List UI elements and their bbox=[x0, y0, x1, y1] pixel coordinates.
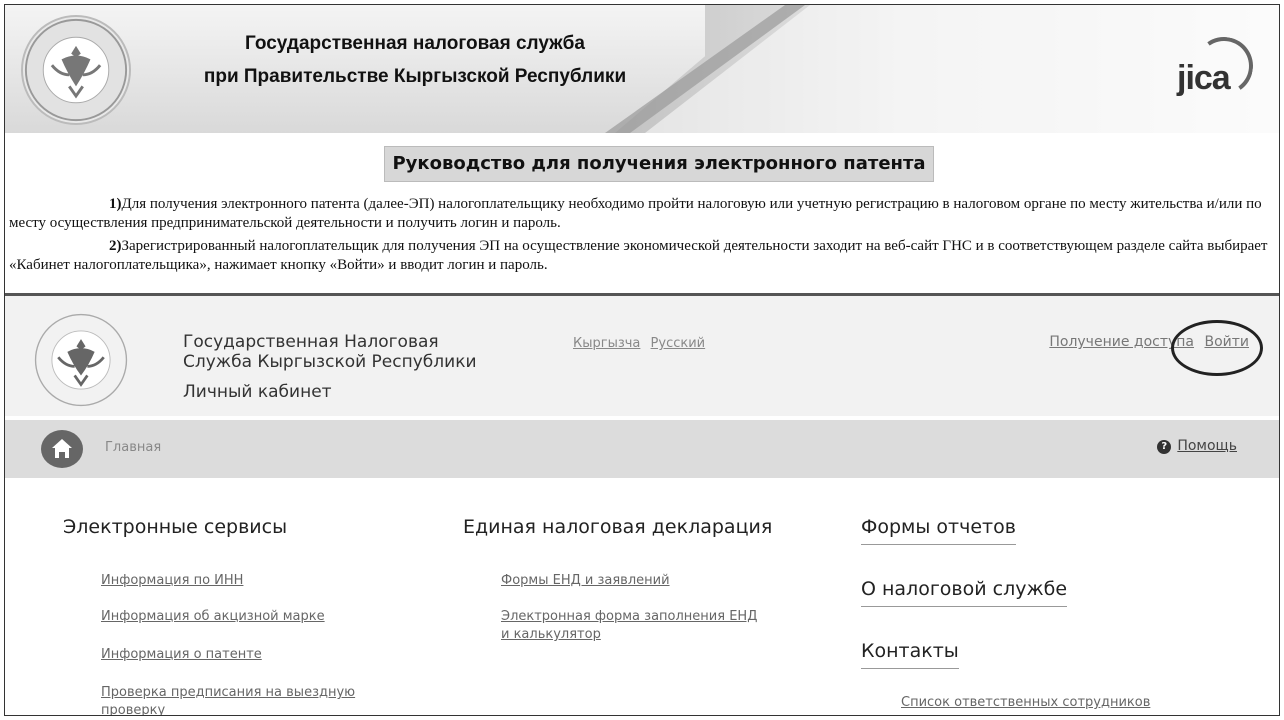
taxpayer-cabinet-screenshot: Государственная Налоговая Служба Кыргызс… bbox=[5, 296, 1279, 715]
personal-cabinet-label: Личный кабинет bbox=[183, 382, 332, 402]
home-icon[interactable] bbox=[41, 430, 83, 468]
header-banner: Государственная налоговая служба при Пра… bbox=[5, 5, 1279, 133]
patent-info-link[interactable]: Информация о патенте bbox=[101, 644, 262, 666]
ufd-calculator-link[interactable]: и калькулятор bbox=[501, 624, 601, 646]
lang-kyrgyz-link[interactable]: Кыргызча bbox=[573, 336, 640, 351]
guide-paragraph-1: 1)Для получения электронного патента (да… bbox=[9, 195, 1275, 233]
document-frame: Государственная налоговая служба при Пра… bbox=[4, 4, 1280, 716]
about-tax-service-heading[interactable]: О налоговой службе bbox=[861, 578, 1068, 607]
paragraph-2-text: Зарегистрированный налогоплательщик для … bbox=[9, 238, 1268, 273]
jica-logo-text: jica bbox=[1177, 59, 1231, 97]
site-header: Государственная Налоговая Служба Кыргызс… bbox=[5, 296, 1279, 416]
guide-paragraph-2: 2)Зарегистрированный налогоплательщик дл… bbox=[9, 237, 1275, 275]
site-org-name-line2: Служба Кыргызской Республики bbox=[183, 352, 477, 372]
paragraph-2-number: 2) bbox=[109, 238, 122, 254]
language-switcher: Кыргызча Русский bbox=[573, 336, 711, 351]
breadcrumb-home[interactable]: Главная bbox=[105, 440, 161, 455]
paragraph-1-text: Для получения электронного патента (дале… bbox=[9, 196, 1262, 231]
breadcrumb-bar: Главная ? Помощь bbox=[5, 420, 1279, 478]
help-link[interactable]: ? Помощь bbox=[1157, 438, 1237, 454]
banner-title-line2: при Правительстве Кыргызской Республики bbox=[203, 66, 627, 87]
report-forms-heading[interactable]: Формы отчетов bbox=[861, 516, 1016, 545]
question-icon: ? bbox=[1157, 440, 1172, 454]
paragraph-1-number: 1) bbox=[109, 196, 122, 212]
banner-title: Государственная налоговая служба при Пра… bbox=[165, 27, 665, 93]
unified-declaration-heading: Единая налоговая декларация bbox=[463, 516, 773, 538]
guide-title: Руководство для получения электронного п… bbox=[384, 146, 934, 182]
lang-russian-link[interactable]: Русский bbox=[651, 336, 706, 351]
responsible-staff-link[interactable]: Список ответственных сотрудников bbox=[901, 692, 1150, 714]
login-highlight-circle bbox=[1171, 320, 1263, 376]
contacts-heading[interactable]: Контакты bbox=[861, 640, 959, 669]
jica-logo: jica bbox=[1159, 32, 1259, 101]
site-org-name-line1: Государственная Налоговая bbox=[183, 332, 439, 352]
electronic-services-heading: Электронные сервисы bbox=[63, 516, 288, 538]
help-label: Помощь bbox=[1177, 438, 1237, 454]
site-seal-icon bbox=[25, 310, 137, 410]
ufd-forms-link[interactable]: Формы ЕНД и заявлений bbox=[501, 570, 670, 592]
excise-stamp-info-link[interactable]: Информация об акцизной марке bbox=[101, 606, 325, 628]
tax-service-seal-icon bbox=[21, 15, 131, 125]
field-inspection-check-link-cont[interactable]: проверку bbox=[101, 700, 165, 715]
banner-title-line1: Государственная налоговая служба bbox=[245, 33, 585, 54]
inn-info-link[interactable]: Информация по ИНН bbox=[101, 570, 243, 592]
site-org-name[interactable]: Государственная Налоговая Служба Кыргызс… bbox=[183, 332, 477, 372]
